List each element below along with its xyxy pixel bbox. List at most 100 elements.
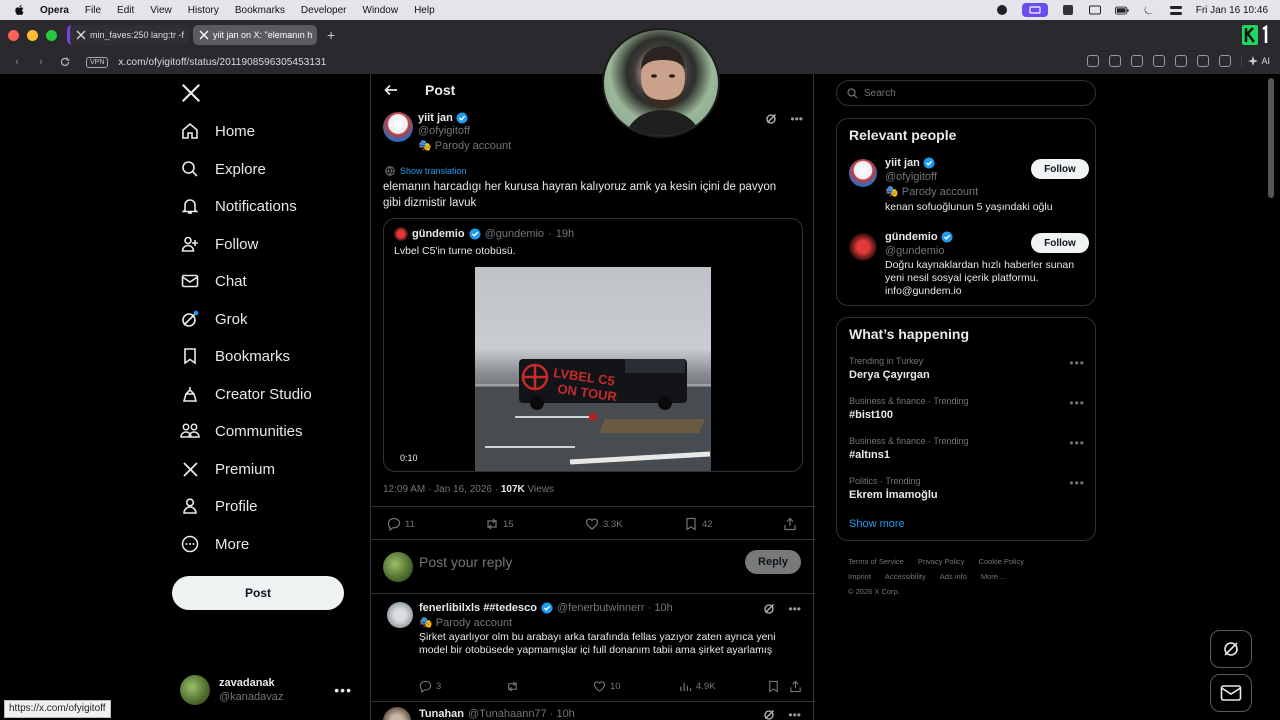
play-icon[interactable] [1153, 55, 1166, 67]
tab-active-post[interactable]: yiit jan on X: "elemanın h [193, 25, 317, 45]
minimize-window-button[interactable] [27, 29, 38, 41]
reply-avatar[interactable] [387, 602, 413, 628]
trend-item[interactable]: Business & finance · Trending #altıns1 •… [849, 436, 1085, 461]
show-translation-link[interactable]: Show translation [385, 166, 467, 176]
nav-explore[interactable]: Explore [180, 154, 266, 184]
grid-app-icon[interactable] [1061, 4, 1075, 16]
battery-icon[interactable] [1114, 4, 1129, 16]
person-name[interactable]: gündemio [885, 231, 938, 243]
nav-creator-studio[interactable]: Creator Studio [180, 379, 312, 409]
moon-icon[interactable] [1142, 4, 1156, 16]
follow-button[interactable]: Follow [1031, 233, 1089, 253]
status-circle-icon[interactable] [995, 4, 1009, 16]
heart-icon[interactable] [1175, 55, 1188, 67]
menu-app-name[interactable]: Opera [40, 5, 69, 16]
back-arrow-icon[interactable] [383, 82, 399, 98]
grok-explain-icon[interactable] [763, 602, 776, 615]
screen-record-icon[interactable] [1021, 3, 1048, 17]
tab-search[interactable]: min_faves:250 lang:tr -f [67, 25, 189, 45]
reload-icon[interactable] [58, 55, 72, 69]
share-action[interactable] [783, 517, 797, 531]
nav-notifications[interactable]: Notifications [180, 191, 297, 221]
footer-link[interactable]: Imprint [848, 572, 871, 581]
new-tab-button[interactable]: + [327, 27, 335, 43]
page-scrollbar[interactable] [1268, 78, 1274, 198]
quote-video[interactable]: LVBEL C5 ON TOUR [475, 267, 711, 471]
reply-more-icon[interactable]: ••• [788, 602, 801, 616]
avatar[interactable] [849, 159, 877, 187]
grok-float-button[interactable] [1210, 630, 1252, 668]
person-card[interactable]: yiit jan @ofyigitoff 🎭 Parody account ke… [849, 157, 1089, 217]
reply-tweet[interactable]: fenerlibilxls ##tedesco @fenerbutwinnerr… [371, 594, 815, 702]
footer-link[interactable]: Terms of Service [848, 557, 904, 566]
nav-follow[interactable]: Follow [180, 229, 258, 259]
vpn-badge[interactable]: VPN [86, 56, 109, 68]
reply-views-action[interactable]: 4.9K [679, 680, 716, 693]
menu-bookmarks[interactable]: Bookmarks [235, 5, 285, 16]
footer-link[interactable]: Cookie Policy [979, 557, 1024, 566]
menu-edit[interactable]: Edit [117, 5, 134, 16]
ai-button[interactable]: AI [1241, 56, 1270, 66]
footer-link[interactable]: More ... [981, 572, 1006, 581]
person-name[interactable]: yiit jan [885, 157, 920, 169]
menubar-clock[interactable]: Fri Jan 16 10:46 [1196, 5, 1268, 16]
trend-more-icon[interactable]: ••• [1069, 356, 1085, 370]
control-center-icon[interactable] [1169, 4, 1183, 16]
grok-explain-icon[interactable] [763, 708, 776, 720]
reply-tweet[interactable]: Tunahan @Tunahaann77 · 10h ••• [371, 702, 815, 720]
keyboard-icon[interactable] [1088, 4, 1102, 16]
nav-more[interactable]: More [180, 529, 249, 559]
trend-more-icon[interactable]: ••• [1069, 396, 1085, 410]
quoted-tweet[interactable]: gündemio @gundemio · 19h Lvbel C5'in tur… [383, 218, 803, 472]
trend-item[interactable]: Trending in Turkey Derya Çayırgan ••• [849, 356, 1085, 381]
apple-icon[interactable] [14, 4, 24, 16]
reply-author-name[interactable]: fenerlibilxls ##tedesco [419, 602, 537, 614]
maximize-window-button[interactable] [46, 29, 57, 41]
nav-chat[interactable]: Chat [180, 266, 247, 296]
show-more-link[interactable]: Show more [849, 518, 905, 530]
repost-action[interactable]: 15 [485, 517, 514, 531]
x-home-logo-icon[interactable] [180, 82, 202, 104]
menu-help[interactable]: Help [414, 5, 435, 16]
nav-home[interactable]: Home [180, 116, 255, 146]
nav-premium[interactable]: Premium [180, 454, 275, 484]
search-input[interactable]: Search [836, 80, 1096, 106]
avatar[interactable] [849, 233, 877, 261]
follow-button[interactable]: Follow [1031, 159, 1089, 179]
menu-file[interactable]: File [85, 5, 101, 16]
grok-explain-icon[interactable] [765, 112, 778, 125]
forward-nav-icon[interactable]: › [34, 55, 48, 69]
trend-more-icon[interactable]: ••• [1069, 436, 1085, 450]
reply-avatar[interactable] [383, 707, 411, 720]
footer-link[interactable]: Ads info [940, 572, 967, 581]
reply-like-action[interactable]: 10 [593, 680, 621, 693]
reply-button[interactable]: Reply [745, 550, 801, 574]
reply-more-icon[interactable]: ••• [788, 708, 801, 720]
footer-link[interactable]: Privacy Policy [918, 557, 965, 566]
camera-icon[interactable] [1109, 55, 1122, 67]
like-action[interactable]: 3.3K [585, 517, 623, 531]
reply-repost-action[interactable] [506, 680, 523, 693]
footer-link[interactable]: Accessibility [885, 572, 926, 581]
profile-icon[interactable] [1197, 55, 1210, 67]
reply-action[interactable]: 11 [387, 517, 415, 531]
trend-item[interactable]: Business & finance · Trending #bist100 •… [849, 396, 1085, 421]
close-window-button[interactable] [8, 29, 19, 41]
menu-history[interactable]: History [188, 5, 219, 16]
edit-icon[interactable] [1087, 55, 1100, 67]
bookmark-action[interactable]: 42 [684, 517, 713, 531]
menu-developer[interactable]: Developer [301, 5, 347, 16]
messages-float-button[interactable] [1210, 674, 1252, 712]
reply-reply-action[interactable]: 3 [419, 680, 441, 693]
author-name-row[interactable]: yiit jan [418, 112, 468, 124]
menu-view[interactable]: View [150, 5, 172, 16]
nav-communities[interactable]: Communities [180, 416, 303, 446]
account-switcher[interactable]: zavadanak @kanadavaz ••• [180, 674, 360, 706]
reply-share-action[interactable] [789, 680, 802, 693]
author-handle[interactable]: @ofyigitoff [418, 125, 470, 137]
tweet-timestamp[interactable]: 12:09 AM · Jan 16, 2026 · [383, 484, 501, 495]
trend-item[interactable]: Politics · Trending Ekrem İmamoğlu ••• [849, 476, 1085, 501]
url-field[interactable]: x.com/ofyigitoff/status/2011908596305453… [118, 57, 326, 68]
author-avatar[interactable] [383, 112, 413, 142]
reply-input[interactable]: Post your reply [419, 554, 512, 570]
